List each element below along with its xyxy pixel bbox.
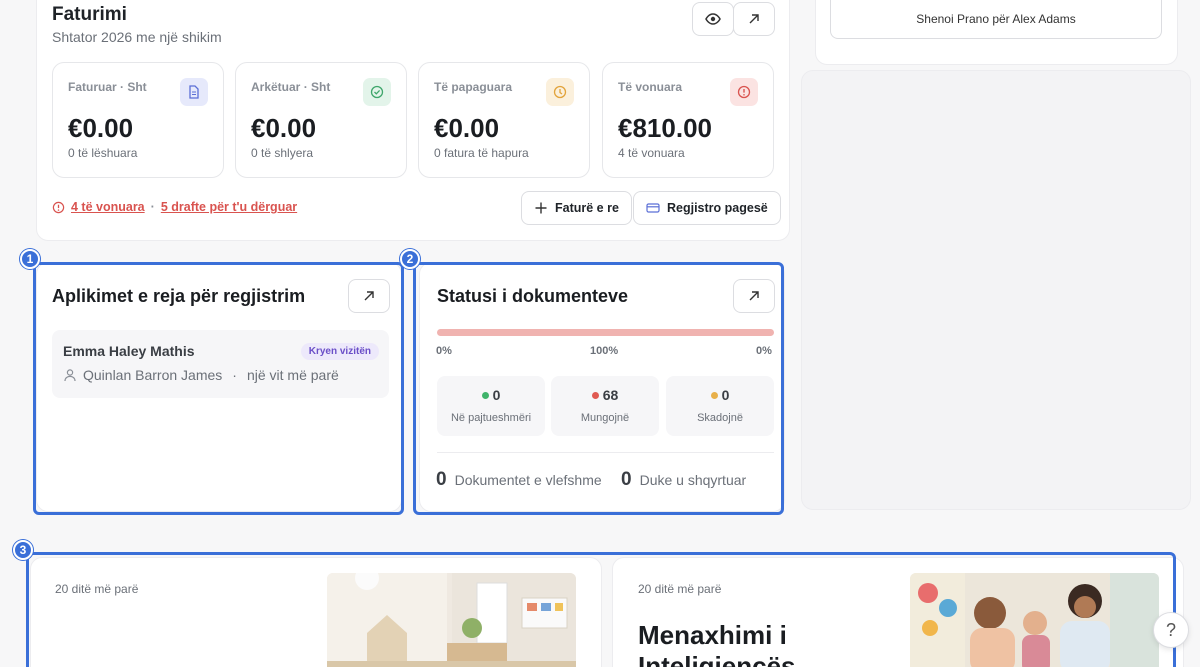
news-title: Menaxhimi i Inteligjencës <box>638 620 796 667</box>
teacher-child-image <box>910 573 1159 667</box>
document-icon <box>180 78 208 106</box>
billing-title: Faturimi <box>52 4 127 25</box>
stat-caption: 0 të shlyera <box>251 146 314 160</box>
status-dot <box>710 392 718 399</box>
expand-billing-button[interactable] <box>733 2 775 36</box>
record-payment-label: Regjistro pagesë <box>667 201 768 215</box>
overdue-link[interactable]: 4 të vonuara <box>71 200 145 214</box>
under-review: 0 Duke u shqyrtuar <box>621 469 746 491</box>
count-label: Mungojnë <box>580 412 630 424</box>
missing-count[interactable]: 68 Mungojnë <box>551 376 659 436</box>
marker-badge: 1 <box>20 249 40 269</box>
count-value: 0 <box>721 387 730 403</box>
valid-label: Dokumentet e vlefshme <box>454 472 602 488</box>
application-time: një vit më parë <box>246 367 339 383</box>
child-name: Emma Haley Mathis <box>63 343 195 359</box>
right-panel-lower <box>801 70 1191 510</box>
plus-icon <box>535 202 547 214</box>
news-date: 20 ditë më parë <box>55 582 139 596</box>
check-circle-icon <box>363 78 391 106</box>
news-date: 20 ditë më parë <box>638 582 722 596</box>
status-dot <box>591 392 599 399</box>
stat-value: €0.00 <box>434 113 500 143</box>
new-invoice-button[interactable]: Faturë e re <box>521 191 632 225</box>
eye-icon <box>705 13 721 25</box>
review-label: Duke u shqyrtuar <box>639 472 747 488</box>
stat-label: Të vonuara <box>618 80 683 94</box>
compliant-count[interactable]: 0 Në pajtueshmëri <box>437 376 545 436</box>
stat-card-invoiced[interactable]: Faturuar · Sht €0.00 0 të lëshuara <box>52 62 224 178</box>
progress-left-label: 0% <box>436 345 452 357</box>
count-label: Në pajtueshmëri <box>450 412 532 424</box>
billing-subtitle: Shtator 2026 me një shikim <box>52 29 222 45</box>
applications-title: Aplikimet e reja për regjistrim <box>52 286 306 306</box>
expand-documents-button[interactable] <box>733 279 775 313</box>
status-dot <box>481 392 489 399</box>
count-value: 0 <box>492 387 501 403</box>
expiring-count[interactable]: 0 Skadojnë <box>666 376 774 436</box>
separator: · <box>232 367 237 383</box>
card-icon <box>646 203 660 213</box>
record-payment-button[interactable]: Regjistro pagesë <box>633 191 781 225</box>
classroom-image <box>327 573 576 667</box>
count-label: Skadojnë <box>697 412 743 424</box>
progress-right-label: 0% <box>756 345 772 357</box>
stat-card-unpaid[interactable]: Të papaguara €0.00 0 fatura të hapura <box>418 62 590 178</box>
stat-caption: 0 të lëshuara <box>68 146 138 160</box>
divider <box>437 452 774 453</box>
separator: · <box>150 200 155 214</box>
alert-icon <box>52 201 65 213</box>
valid-count: 0 <box>436 469 447 490</box>
billing-alert: 4 të vonuara · 5 drafte për t'u dërguar <box>52 200 297 214</box>
arrow-up-right-icon <box>749 14 759 24</box>
stat-value: €0.00 <box>251 113 317 143</box>
alert-icon <box>730 78 758 106</box>
stat-caption: 4 të vonuara <box>618 146 685 160</box>
clock-icon <box>546 78 574 106</box>
schedule-button[interactable]: Shenoi Prano për Alex Adams <box>830 0 1162 39</box>
stat-value: €0.00 <box>68 113 134 143</box>
arrow-up-right-icon <box>749 291 759 301</box>
marker-badge: 2 <box>400 249 420 269</box>
stat-label: Faturuar · Sht <box>68 80 147 94</box>
progress-mid-label: 100% <box>590 345 619 357</box>
marker-badge: 3 <box>13 540 33 560</box>
expand-applications-button[interactable] <box>348 279 390 313</box>
stat-value: €810.00 <box>618 113 712 143</box>
arrow-up-right-icon <box>364 291 374 301</box>
parent-name: Quinlan Barron James <box>83 367 223 383</box>
review-count: 0 <box>621 469 632 490</box>
stat-label: Arkëtuar · Sht <box>251 80 331 94</box>
new-invoice-label: Faturë e re <box>555 201 619 215</box>
user-icon <box>64 369 76 382</box>
stat-label: Të papaguara <box>434 80 513 94</box>
view-button[interactable] <box>692 2 734 36</box>
application-row[interactable]: Emma Haley Mathis Kryen vizitën Quinlan … <box>52 330 389 398</box>
stat-caption: 0 fatura të hapura <box>434 146 529 160</box>
valid-documents: 0 Dokumentet e vlefshme <box>436 469 602 491</box>
stat-card-collected[interactable]: Arkëtuar · Sht €0.00 0 të shlyera <box>235 62 407 178</box>
help-button[interactable]: ? <box>1153 612 1189 648</box>
parent-info: Quinlan Barron James · një vit më parë <box>63 367 339 383</box>
documents-title: Statusi i dokumenteve <box>437 286 629 306</box>
status-badge: Kryen vizitën <box>300 343 379 360</box>
documents-progress-bar <box>437 329 774 336</box>
drafts-link[interactable]: 5 drafte për t'u dërguar <box>161 200 297 214</box>
count-value: 68 <box>602 387 619 403</box>
stat-card-overdue[interactable]: Të vonuara €810.00 4 të vonuara <box>602 62 774 178</box>
